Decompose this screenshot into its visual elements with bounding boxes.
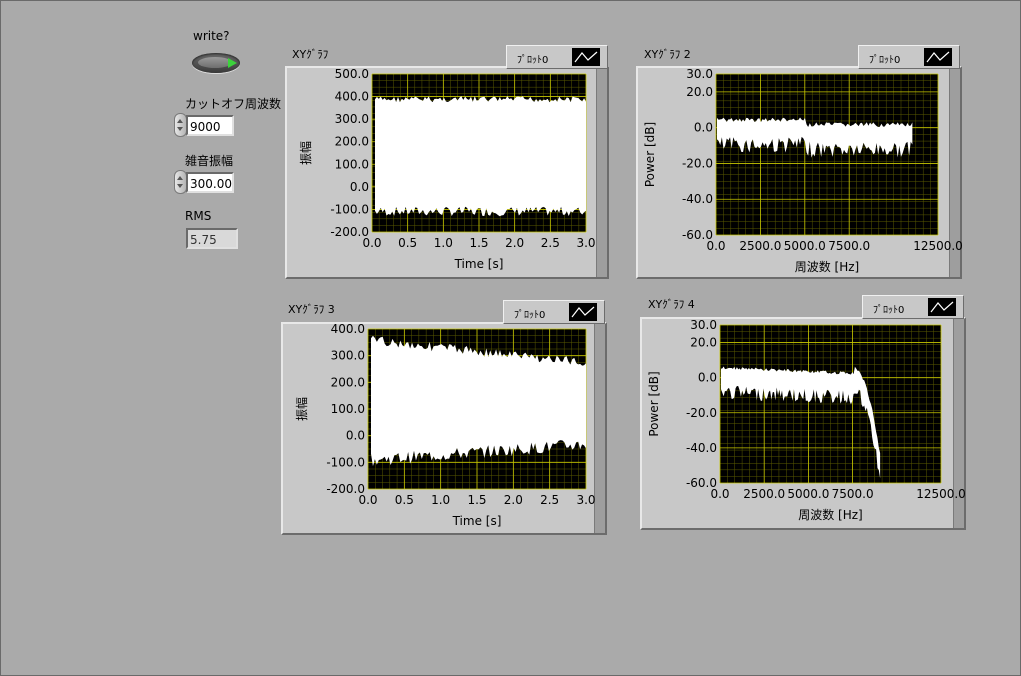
plot-line-icon: [569, 303, 597, 321]
y-tick-label: 100.0: [331, 402, 365, 416]
graph-1-legend-label: ﾌﾟﾛｯﾄ0: [517, 55, 549, 66]
x-tick-label: 7500.0: [828, 239, 870, 253]
led-indicator-icon: [228, 58, 237, 68]
y-tick-label: -40.0: [682, 192, 713, 206]
graph-3-legend[interactable]: ﾌﾟﾛｯﾄ0: [503, 300, 605, 324]
graph-2-legend-label: ﾌﾟﾛｯﾄ0: [869, 55, 901, 66]
x-axis-label: 周波数 [Hz]: [795, 259, 860, 274]
y-tick-label: 100.0: [335, 157, 369, 171]
graph-1-title: XYｸﾞﾗﾌ: [292, 48, 329, 61]
y-tick-label: 20.0: [690, 336, 717, 350]
cutoff-label: カットオフ周波数: [185, 97, 282, 111]
y-tick-label: 0.0: [694, 121, 713, 135]
x-tick-label: 12500.0: [916, 487, 966, 501]
y-tick-label: 0.0: [698, 371, 717, 385]
y-tick-label: -20.0: [682, 156, 713, 170]
y-tick-label: 400.0: [335, 90, 369, 104]
x-tick-label: 0.5: [398, 236, 417, 250]
x-tick-label: 1.0: [431, 493, 450, 507]
graph-3-legend-label: ﾌﾟﾛｯﾄ0: [514, 310, 546, 321]
y-tick-label: 30.0: [686, 67, 713, 81]
y-axis-label: Power [dB]: [647, 371, 661, 436]
x-tick-label: 3.0: [576, 236, 595, 250]
x-tick-label: 5000.0: [784, 239, 826, 253]
y-axis-label: Power [dB]: [643, 122, 657, 187]
y-tick-label: 200.0: [331, 375, 365, 389]
x-tick-label: 1.5: [469, 236, 488, 250]
graph-2-title: XYｸﾞﾗﾌ 2: [644, 48, 691, 61]
x-tick-label: 2.5: [540, 493, 559, 507]
graph-4-legend[interactable]: ﾌﾟﾛｯﾄ0: [862, 295, 964, 319]
x-tick-label: 1.5: [467, 493, 486, 507]
graph-1-chart: 0.0 0.5 1.0 1.5 2.0 2.5 3.0 500.0 400.0 300.0 200.…: [298, 67, 596, 271]
y-tick-label: -100.0: [330, 202, 369, 216]
noise-label: 雑音振幅: [185, 154, 234, 168]
y-axis-label: 振幅: [298, 141, 313, 165]
rms-label: RMS: [185, 209, 212, 223]
plot-line-icon: [572, 48, 600, 66]
plot-line-icon: [924, 48, 952, 66]
y-tick-label: -200.0: [330, 225, 369, 239]
y-tick-label: 0.0: [350, 180, 369, 194]
y-tick-label: -60.0: [682, 228, 713, 242]
y-tick-label: 30.0: [690, 318, 717, 332]
write-label: write?: [193, 29, 230, 43]
y-tick-label: -100.0: [326, 455, 365, 469]
x-tick-label: 7500.0: [832, 487, 874, 501]
y-tick-label: 200.0: [335, 135, 369, 149]
x-tick-label: 12500.0: [913, 239, 962, 253]
graph-4-legend-label: ﾌﾟﾛｯﾄ0: [873, 305, 905, 316]
graph-4-chart: 0.0 2500.0 5000.0 7500.0 12500.030.020.00.0-…: [647, 318, 966, 522]
signal-trace: [375, 96, 586, 217]
x-tick-label: 2.0: [505, 236, 524, 250]
y-tick-label: -60.0: [686, 476, 717, 490]
y-tick-label: -200.0: [326, 482, 365, 496]
y-tick-label: -20.0: [686, 406, 717, 420]
rms-indicator: 5.75: [186, 228, 238, 249]
graph-3-chart: 0.0 0.5 1.0 1.5 2.0 2.5 3.0 400.0 300.0 200.0 100.…: [294, 322, 596, 528]
x-tick-label: 2.0: [504, 493, 523, 507]
x-axis-label: Time [s]: [454, 257, 504, 271]
y-tick-label: 300.0: [335, 112, 369, 126]
x-tick-label: 1.0: [434, 236, 453, 250]
y-tick-label: 300.0: [331, 349, 365, 363]
x-tick-label: 3.0: [576, 493, 595, 507]
graph-3-title: XYｸﾞﾗﾌ 3: [288, 303, 335, 316]
x-tick-label: 2500.0: [739, 239, 781, 253]
y-tick-label: 500.0: [335, 67, 369, 81]
x-tick-label: 0.5: [395, 493, 414, 507]
x-tick-label: 2500.0: [743, 487, 785, 501]
graph-2-chart: 0.0 2500.0 5000.0 7500.0 12500.030.020.00.0-…: [643, 67, 962, 274]
y-axis-label: 振幅: [294, 397, 309, 421]
x-axis-label: Time [s]: [452, 514, 502, 528]
x-tick-label: 5000.0: [787, 487, 829, 501]
y-tick-label: 20.0: [686, 85, 713, 99]
x-axis-label: 周波数 [Hz]: [798, 507, 863, 522]
y-tick-label: 400.0: [331, 322, 365, 336]
y-tick-label: -40.0: [686, 441, 717, 455]
graph-4-title: XYｸﾞﾗﾌ 4: [648, 298, 695, 311]
cutoff-input[interactable]: 9000: [186, 115, 234, 136]
plot-line-icon: [928, 298, 956, 316]
x-tick-label: 2.5: [541, 236, 560, 250]
y-tick-label: 0.0: [346, 429, 365, 443]
noise-input[interactable]: 300.00: [186, 172, 234, 193]
